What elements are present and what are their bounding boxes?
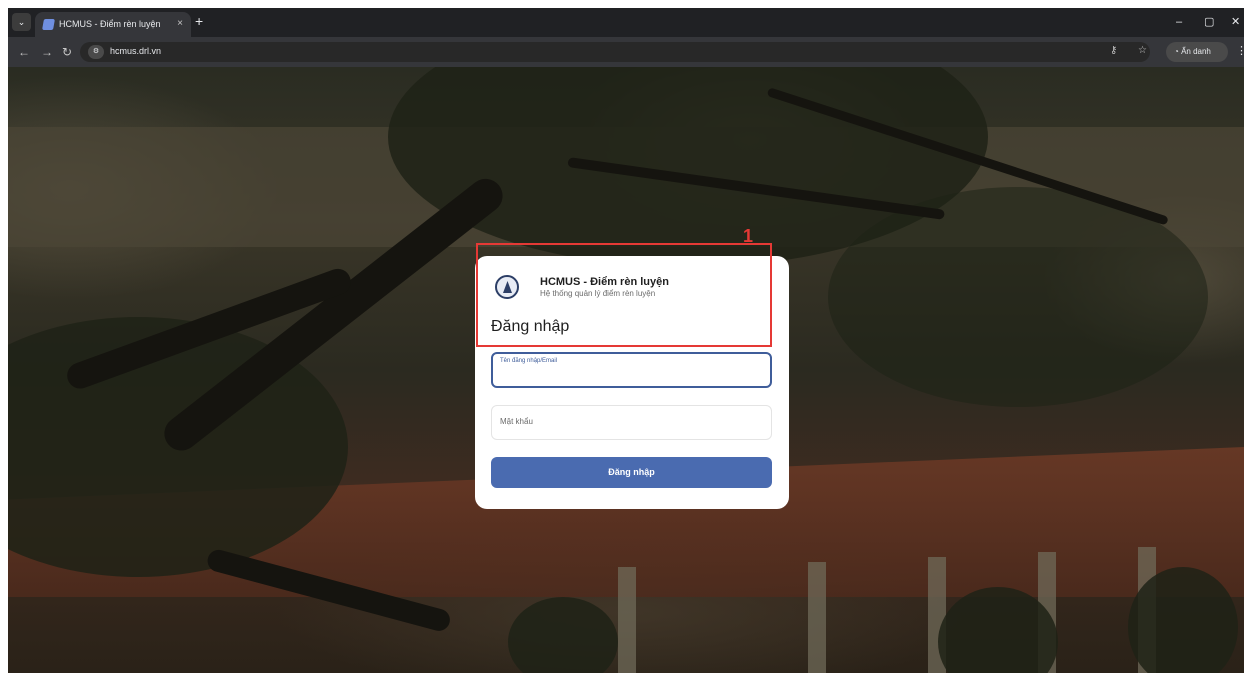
annotation-highlight-box <box>476 243 772 347</box>
incognito-label: Ẩn danh <box>1181 47 1211 56</box>
background-shrub <box>508 597 618 673</box>
tab-title: HCMUS - Điểm rèn luyện <box>59 19 161 29</box>
login-page-background: HCMUS - Điểm rèn luyện Hệ thống quản lý … <box>8 67 1244 673</box>
incognito-badge[interactable]: ◔ Ẩn danh <box>1166 42 1228 62</box>
url-text[interactable]: hcmus.drl.vn <box>110 46 161 56</box>
annotation-step-number: 1 <box>743 226 754 246</box>
reload-icon[interactable]: ↻ <box>62 45 72 59</box>
chevron-down-icon: ⌄ <box>17 17 26 27</box>
username-label: Tên đăng nhập/Email <box>500 358 558 364</box>
back-arrow-icon[interactable]: ← <box>18 45 30 59</box>
background-pillar <box>618 567 636 673</box>
password-field[interactable]: Mật khẩu <box>491 405 772 440</box>
tab-strip: ⌄ HCMUS - Điểm rèn luyện × + – ▢ ✕ <box>8 8 1244 37</box>
favicon-icon <box>42 19 55 30</box>
browser-toolbar: ← → ↻ ⚙ hcmus.drl.vn ⚷ ☆ ◔ Ẩn danh ⋮ <box>8 37 1244 67</box>
forward-arrow-icon[interactable]: → <box>41 45 53 59</box>
new-tab-button[interactable]: + <box>195 14 203 28</box>
tab-search-button[interactable]: ⌄ <box>12 13 31 31</box>
tab-close-icon[interactable]: × <box>177 18 183 30</box>
screenshot-frame-top <box>0 0 1244 8</box>
screenshot-frame-left <box>0 0 8 673</box>
login-button[interactable]: Đăng nhập <box>491 457 772 488</box>
incognito-icon: ◔ <box>1174 47 1179 56</box>
address-bar[interactable]: ⚙ hcmus.drl.vn <box>80 42 1150 62</box>
menu-dots-icon[interactable]: ⋮ <box>1236 44 1244 57</box>
background-pillar <box>808 562 826 673</box>
key-icon[interactable]: ⚷ <box>1110 45 1117 57</box>
star-icon[interactable]: ☆ <box>1138 45 1147 57</box>
site-info-icon[interactable]: ⚙ <box>88 45 104 59</box>
restore-icon[interactable]: ▢ <box>1204 16 1214 28</box>
close-icon[interactable]: ✕ <box>1231 16 1240 28</box>
minimize-icon[interactable]: – <box>1176 16 1182 28</box>
password-placeholder: Mật khẩu <box>500 417 533 426</box>
tab-active[interactable]: HCMUS - Điểm rèn luyện × <box>35 12 191 37</box>
username-field[interactable]: Tên đăng nhập/Email <box>491 352 772 388</box>
